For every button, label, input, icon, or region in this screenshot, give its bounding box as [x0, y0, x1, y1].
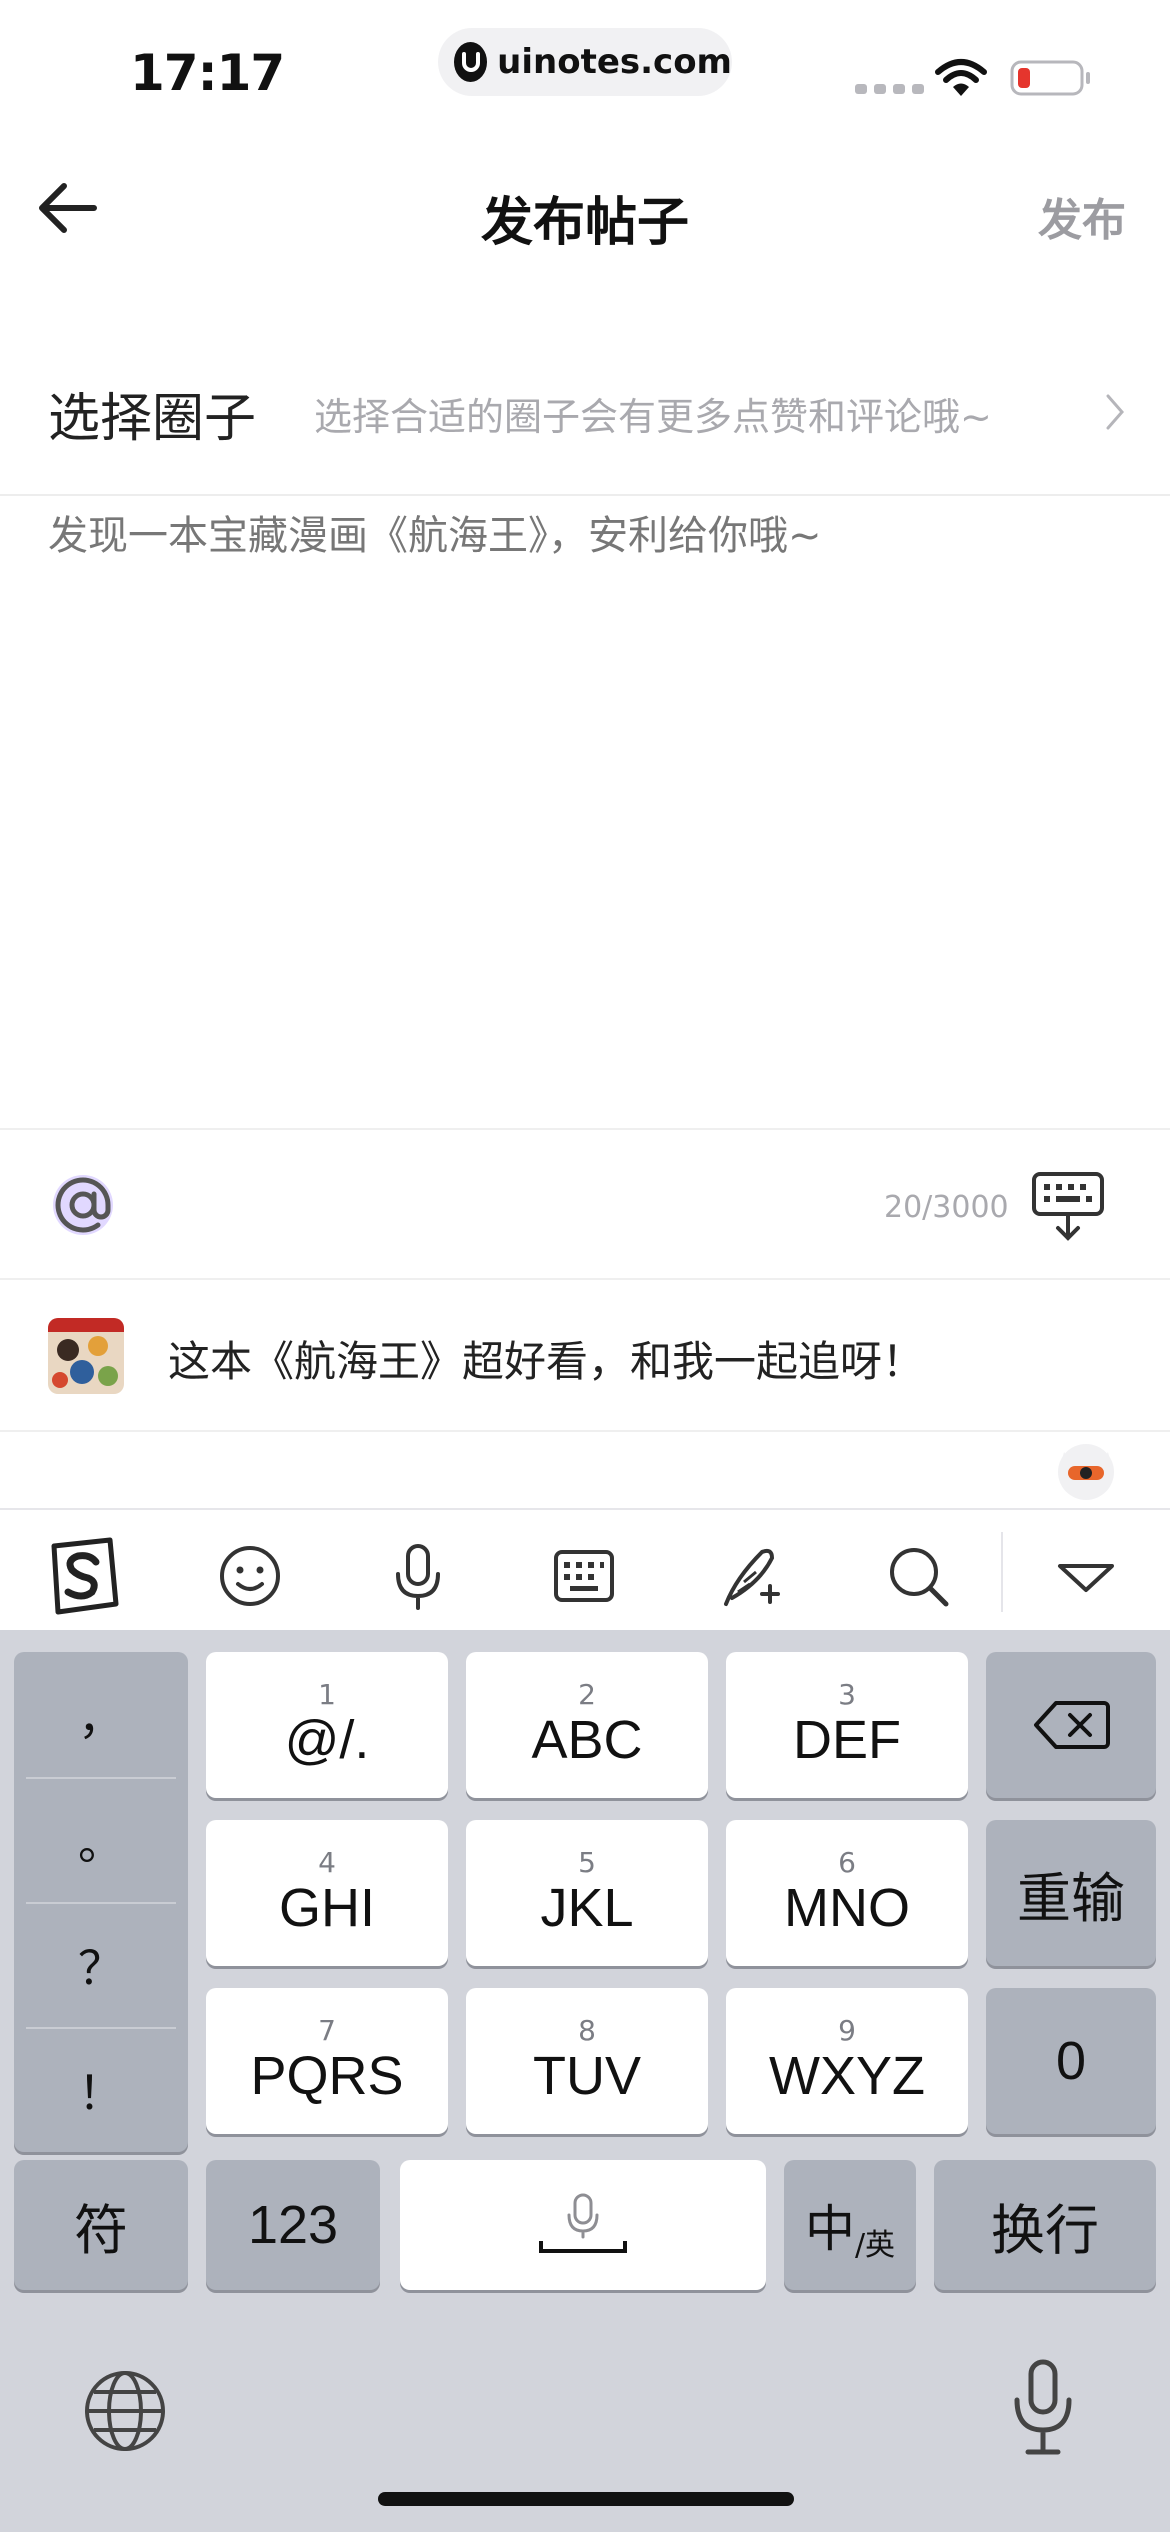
- url-text: uinotes.com: [497, 42, 732, 82]
- circle-selector[interactable]: 选择圈子 选择合适的圈子会有更多点赞和评论哦~: [0, 340, 1170, 496]
- key-number: 1: [318, 1678, 336, 1711]
- lang-main-label: 中: [804, 2201, 855, 2257]
- sogou-logo-icon[interactable]: [40, 1534, 124, 1618]
- status-bar: 17:17 uinotes.com: [0, 0, 1170, 140]
- punctuation-column: ， 。 ？ ！: [14, 1652, 188, 2152]
- key-2[interactable]: 2 ABC: [466, 1652, 708, 1798]
- wifi-icon: [935, 59, 987, 96]
- lang-sub-label: /英: [854, 2228, 896, 2263]
- quill-pen-icon[interactable]: [710, 1534, 794, 1618]
- circle-hint: 选择合适的圈子会有更多点赞和评论哦~: [314, 395, 992, 439]
- keyboard-icon[interactable]: [542, 1534, 626, 1618]
- key-8[interactable]: 8 TUV: [466, 1988, 708, 2134]
- retype-label: 重输: [1017, 1868, 1125, 1929]
- post-content-input[interactable]: 发现一本宝藏漫画《航海王》，安利给你哦~: [48, 508, 1122, 1108]
- numbers-label: 123: [247, 2195, 339, 2255]
- key-letters: DEF: [793, 1710, 901, 1770]
- numbers-key[interactable]: 123: [206, 2160, 380, 2290]
- key-letters: ABC: [531, 1710, 643, 1770]
- editor-toolbar: 20/3000: [0, 1128, 1170, 1280]
- nav-bar: 发布帖子 发布: [0, 150, 1170, 270]
- key-letters: GHI: [278, 1878, 375, 1938]
- key-number: 5: [578, 1846, 596, 1879]
- key-letters: JKL: [540, 1878, 634, 1938]
- enter-label: 换行: [991, 2200, 1099, 2261]
- home-indicator: [378, 2492, 794, 2506]
- key-letters: @/.: [284, 1710, 370, 1770]
- punct-exclaim-key[interactable]: ！: [14, 2027, 188, 2152]
- key-letters: TUV: [533, 2046, 641, 2106]
- key-number: 3: [838, 1678, 856, 1711]
- key-number: 8: [578, 2014, 596, 2047]
- key-9[interactable]: 9 WXYZ: [726, 1988, 968, 2134]
- battery-low-icon: [1010, 60, 1090, 96]
- space-mic-icon: [539, 2193, 627, 2253]
- microphone-icon[interactable]: [376, 1534, 460, 1618]
- space-key[interactable]: [400, 2160, 766, 2290]
- punct-period-key[interactable]: 。: [14, 1777, 188, 1902]
- collapse-triangle-icon[interactable]: [1044, 1534, 1128, 1618]
- language-switch-key[interactable]: 中 /英: [784, 2160, 916, 2290]
- char-count: 20/3000: [884, 1190, 1009, 1225]
- punct-comma-key[interactable]: ，: [14, 1652, 188, 1777]
- retype-key[interactable]: 重输: [986, 1820, 1156, 1966]
- key-4[interactable]: 4 GHI: [206, 1820, 448, 1966]
- symbol-key[interactable]: 符: [14, 2160, 188, 2290]
- key-letters: MNO: [784, 1878, 910, 1938]
- circle-label: 选择圈子: [48, 389, 257, 449]
- dictation-microphone-icon[interactable]: [1000, 2358, 1086, 2458]
- key-letters: WXYZ: [769, 2046, 925, 2106]
- manga-cover-thumbnail: [48, 1318, 124, 1394]
- search-icon[interactable]: [876, 1534, 960, 1618]
- keyboard: ， 。 ？ ！ 1 @/. 2 ABC 3 DEF 4 GHI 5 JKL 6 …: [0, 1630, 1170, 2532]
- key-number: 2: [578, 1678, 596, 1711]
- emoji-icon[interactable]: [208, 1534, 292, 1618]
- url-pill[interactable]: uinotes.com: [438, 28, 732, 96]
- key-letters: PQRS: [250, 2046, 404, 2106]
- status-time: 17:17: [130, 44, 285, 102]
- ime-divider: [1001, 1532, 1003, 1612]
- symbol-label: 符: [74, 2200, 128, 2261]
- keyboard-hide-icon[interactable]: [1030, 1170, 1106, 1242]
- delete-key[interactable]: [986, 1652, 1156, 1798]
- page-title: 发布帖子: [480, 193, 689, 253]
- key-number: 9: [838, 2014, 856, 2047]
- key-7[interactable]: 7 PQRS: [206, 1988, 448, 2134]
- chevron-right-icon: [1106, 394, 1124, 430]
- ime-toolbar: [0, 1508, 1170, 1630]
- key-number: 4: [318, 1846, 336, 1879]
- suggestion-item[interactable]: 这本《航海王》超好看，和我一起追呀！: [0, 1282, 1170, 1432]
- backspace-icon: [1034, 1701, 1110, 1749]
- at-icon[interactable]: [46, 1168, 120, 1242]
- globe-icon[interactable]: [82, 2368, 168, 2454]
- zero-label: 0: [1055, 2031, 1087, 2091]
- enter-key[interactable]: 换行: [934, 2160, 1156, 2290]
- punct-question-key[interactable]: ？: [14, 1902, 188, 2027]
- signal-icon: [855, 84, 924, 94]
- publish-button[interactable]: 发布: [1038, 184, 1126, 248]
- suggestion-text: 这本《航海王》超好看，和我一起追呀！: [168, 1337, 925, 1386]
- key-number: 6: [838, 1846, 856, 1879]
- key-number: 7: [318, 2014, 336, 2047]
- key-1[interactable]: 1 @/.: [206, 1652, 448, 1798]
- uinotes-logo-icon: [454, 42, 488, 82]
- key-6[interactable]: 6 MNO: [726, 1820, 968, 1966]
- key-0[interactable]: 0: [986, 1988, 1156, 2134]
- key-5[interactable]: 5 JKL: [466, 1820, 708, 1966]
- key-3[interactable]: 3 DEF: [726, 1652, 968, 1798]
- cat-mascot-icon[interactable]: [1054, 1438, 1118, 1502]
